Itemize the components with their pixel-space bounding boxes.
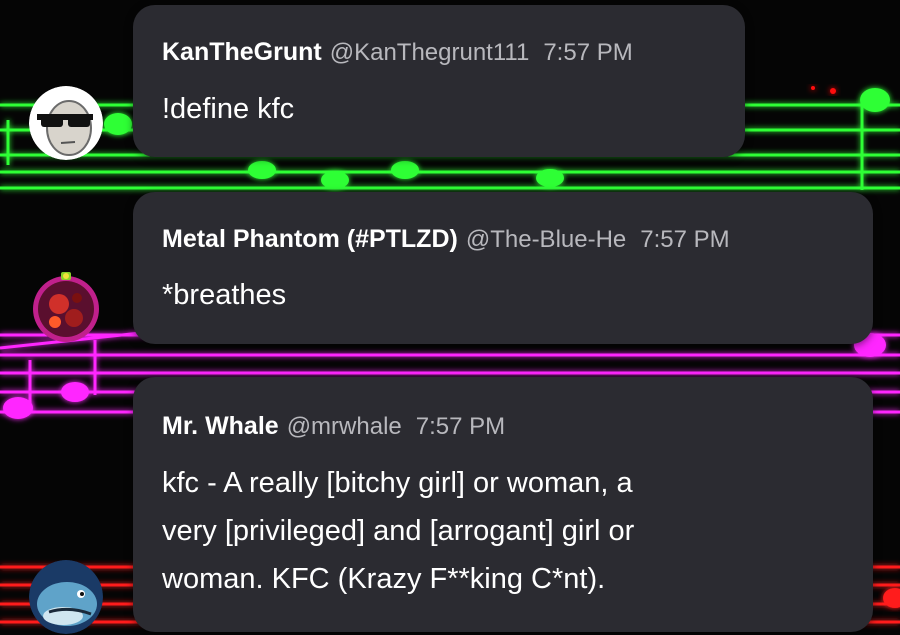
message-timestamp: 7:57 PM [640,226,730,253]
avatar-metal-phantom[interactable] [29,270,103,344]
message-header: Mr. Whale @mrwhale 7:57 PM [162,411,505,442]
whale-icon [29,560,103,634]
author-handle[interactable]: @KanThegrunt111 [330,38,530,68]
message-text: !define kfc [162,93,295,125]
author-name[interactable]: Mr. Whale [162,412,279,440]
message-timestamp: 7:57 PM [415,413,506,440]
message-timestamp: 7:57 PM [543,39,633,66]
message-text-line: kfc - A really [bitchy girl] or woman, a [162,467,633,499]
avatar-mr-whale[interactable] [29,560,103,634]
message-text: *breathes [162,279,287,311]
message-text-line: very [privileged] and [arrogant] girl or [162,515,635,547]
avatar-kanthegrunt[interactable] [29,86,103,160]
author-name[interactable]: Metal Phantom (#PTLZD) [162,225,458,253]
message-header: KanTheGrunt @KanThegrunt111 7:57 PM [162,37,633,68]
ornament-icon [33,272,99,342]
message-text: kfc - A really [bitchy girl] or woman, a… [162,459,634,603]
message-bubble[interactable]: KanTheGrunt @KanThegrunt111 7:57 PM !defin… [133,5,745,157]
message-bubble[interactable]: Metal Phantom (#PTLZD) @The-Blue-He 7:57 P… [133,192,873,344]
author-name[interactable]: KanTheGrunt [162,38,322,66]
message-text-line: woman. KFC (Krazy F**king C*nt). [162,563,606,595]
message-bubble[interactable]: Mr. Whale @mrwhale 7:57 PM kfc - A really … [133,377,873,632]
author-handle[interactable]: @mrwhale [287,412,402,442]
message-header: Metal Phantom (#PTLZD) @The-Blue-He 7:57 P… [162,224,730,255]
sunglasses-face-icon [29,86,103,160]
author-handle[interactable]: @The-Blue-He [466,225,626,255]
